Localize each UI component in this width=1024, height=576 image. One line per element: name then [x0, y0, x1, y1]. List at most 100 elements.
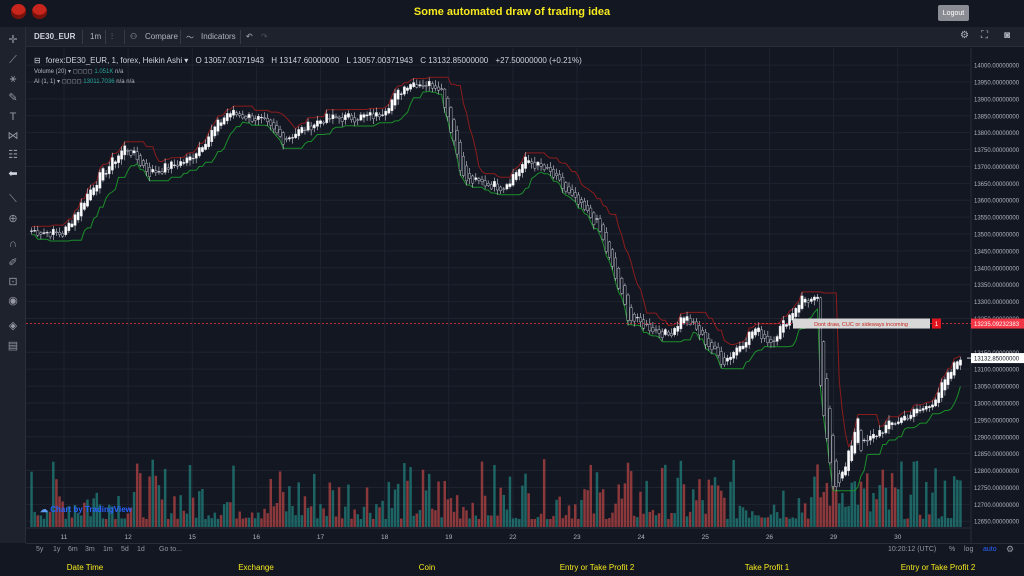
candle-body [284, 138, 288, 140]
range-6m[interactable]: 6m [68, 546, 78, 553]
volume-bar [940, 516, 944, 527]
compare-icon[interactable]: ⚇ [130, 32, 137, 41]
text-icon[interactable]: T [6, 110, 20, 124]
candle-body [185, 157, 189, 164]
stay-drawing-icon[interactable]: ✐ [6, 256, 20, 270]
volume-bar [70, 517, 74, 527]
undo-icon[interactable]: ↶ [246, 32, 253, 41]
candle-body [853, 431, 857, 454]
legend-buttons-icon[interactable]: ◻◻◻◻ [73, 69, 93, 75]
candle-body [632, 314, 636, 322]
volume-bar [331, 490, 335, 527]
tradingview-watermark[interactable]: ☁ Chart by TradingView [40, 505, 132, 514]
settings-icon[interactable]: ⚙ [960, 30, 969, 41]
zoom-icon[interactable]: ⊕ [6, 212, 20, 226]
legend-dropdown-icon[interactable]: ▾ [184, 56, 188, 65]
camera-icon[interactable]: ◙ [1004, 30, 1010, 41]
pattern-icon[interactable]: ⋈ [6, 129, 20, 143]
candle-body [828, 408, 832, 463]
volume-bar [533, 518, 537, 527]
fullscreen-icon[interactable]: ⛶ [981, 30, 988, 41]
volume-bar [931, 492, 934, 527]
ai-label[interactable]: AI (1, 1) [34, 79, 55, 85]
candle-body [315, 120, 319, 127]
percent-toggle[interactable]: % [949, 546, 955, 553]
prediction-icon[interactable]: ☷ [6, 148, 20, 162]
arrow-left-icon[interactable]: ⬅ [6, 167, 20, 181]
volume-bar [546, 518, 549, 527]
range-5d[interactable]: 5d [121, 546, 129, 553]
chart-canvas[interactable]: 14000.00000000 13950.00000000 13900.000000… [26, 48, 1024, 543]
volume-bar [856, 504, 860, 527]
candle-body [704, 332, 708, 345]
candle-body [235, 112, 238, 115]
candle-body [906, 417, 910, 420]
ai-na-2: n/a [126, 79, 135, 85]
divider [82, 30, 83, 44]
volume-bar [424, 490, 428, 527]
time-tick-label: 15 [189, 534, 197, 541]
chart-type-icon[interactable]: ⫶ [111, 32, 113, 42]
volume-bar [558, 496, 561, 527]
log-toggle[interactable]: log [964, 546, 973, 553]
range-1m[interactable]: 1m [103, 546, 113, 553]
logout-button[interactable]: Logout [938, 5, 969, 21]
indicators-button[interactable]: Indicators [201, 32, 236, 41]
fib-tool-icon[interactable]: ⚹ [6, 72, 20, 86]
range-1d[interactable]: 1d [137, 546, 145, 553]
chart-area[interactable]: 14000.00000000 13950.00000000 13900.000000… [26, 48, 1024, 543]
redo-icon[interactable]: ↷ [261, 32, 268, 41]
candle-body [48, 232, 52, 238]
lock-icon[interactable]: ⊡ [6, 275, 20, 289]
time-tick-label: 22 [509, 534, 517, 541]
candle-body [694, 321, 698, 330]
compare-button[interactable]: Compare [145, 32, 178, 41]
volume-bar [400, 518, 403, 527]
volume-bar [36, 515, 40, 527]
trend-line-icon[interactable]: ⟋ [6, 53, 20, 67]
candle-body [887, 420, 891, 430]
volume-bar [589, 464, 592, 527]
volume-bar [163, 468, 167, 527]
candle-body [825, 378, 829, 439]
range-1y[interactable]: 1y [53, 546, 60, 553]
symbol-search[interactable]: DE30_EUR [34, 32, 75, 41]
candle-body [325, 113, 329, 123]
indicators-icon[interactable]: 〜 [186, 32, 194, 43]
candle-body [430, 83, 434, 89]
price-tick-label: 13350.00000000 [974, 283, 1020, 289]
auto-toggle[interactable]: auto [983, 546, 997, 553]
layers-icon[interactable]: ◈ [6, 319, 20, 333]
range-5y[interactable]: 5y [36, 546, 43, 553]
legend-collapse-icon[interactable]: ⊟ [34, 56, 41, 65]
candle-body [505, 184, 509, 190]
volume-bar [564, 515, 568, 527]
volume-bar [139, 473, 142, 527]
volume-bar [483, 495, 487, 527]
column-exchange: Exchange [238, 563, 274, 572]
volume-bar [132, 492, 136, 527]
candle-body [915, 408, 919, 414]
legend-symbol[interactable]: forex:DE30_EUR, 1, forex, Heikin Ashi [46, 56, 183, 65]
trash-icon[interactable]: ▤ [6, 339, 20, 353]
eye-icon[interactable]: ◉ [6, 294, 20, 308]
candle-body [477, 178, 481, 181]
volume-label[interactable]: Volume (20) [34, 69, 66, 75]
goto-button[interactable]: Go to... [159, 546, 182, 553]
crosshair-icon[interactable]: ✛ [6, 33, 20, 47]
candle-body [340, 117, 344, 122]
ruler-icon[interactable]: ⟍ [6, 192, 20, 206]
volume-bar [747, 517, 751, 527]
price-tick-label: 13900.00000000 [974, 97, 1020, 103]
settings-icon[interactable]: ⚙ [1006, 544, 1014, 555]
volume-bar [608, 517, 611, 527]
legend-buttons-icon[interactable]: ◻◻◻◻ [62, 79, 82, 85]
magnet-icon[interactable]: ∩ [6, 237, 20, 251]
candle-body [794, 308, 798, 317]
volume-bar [142, 517, 145, 527]
candle-body [809, 298, 813, 302]
candle-body [70, 223, 74, 228]
brush-icon[interactable]: ✎ [6, 91, 20, 105]
range-3m[interactable]: 3m [85, 546, 95, 553]
interval-button[interactable]: 1m [90, 32, 101, 41]
